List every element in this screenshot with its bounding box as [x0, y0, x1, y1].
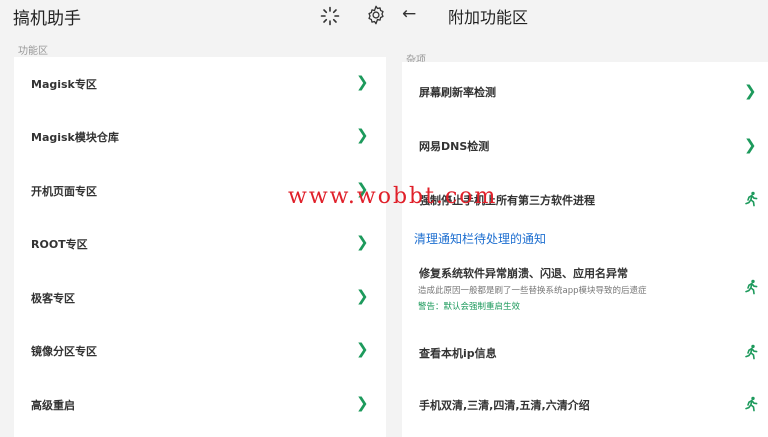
list-item-label: 高级重启	[31, 399, 75, 412]
loading-spinner-icon[interactable]	[320, 6, 340, 26]
list-item-label: 查看本机ip信息	[419, 347, 497, 360]
list-item-label: Magisk模块仓库	[31, 131, 119, 144]
left-function-list: Magisk专区 ❯ Magisk模块仓库 ❯ 开机页面专区 ❯ ROOT专区 …	[14, 57, 386, 437]
list-item-label: ROOT专区	[31, 238, 88, 251]
list-item-label: 屏幕刷新率检测	[419, 86, 496, 99]
list-item-label: Magisk专区	[31, 78, 97, 91]
right-misc-list: 屏幕刷新率检测 ❯ 网易DNS检测 ❯ 强制停止手机上所有第三方软件进程 修复系…	[402, 62, 768, 437]
chevron-right-icon: ❯	[356, 126, 369, 144]
running-person-icon	[745, 191, 758, 207]
list-item-image-partition[interactable]: 镜像分区专区 ❯	[14, 324, 386, 378]
list-item-wipe-intro[interactable]: 手机双清,三清,四清,五清,六清介绍	[402, 378, 768, 437]
fix-crash-description: 造成此原因一般都是刷了一些替换系统app模块导致的后遗症	[418, 286, 647, 296]
clear-notifications-link[interactable]: 清理通知栏待处理的通知	[414, 230, 546, 247]
list-item-label: 网易DNS检测	[419, 140, 490, 153]
chevron-right-icon: ❯	[356, 233, 369, 251]
page-title: 附加功能区	[448, 8, 529, 27]
chevron-right-icon: ❯	[744, 136, 757, 154]
list-item-label: 修复系统软件异常崩溃、闪退、应用名异常	[419, 267, 628, 280]
list-item-label: 手机双清,三清,四清,五清,六清介绍	[419, 399, 590, 412]
list-item-refresh-rate[interactable]: 屏幕刷新率检测 ❯	[402, 62, 768, 117]
running-person-icon	[745, 279, 758, 295]
list-item-dns-check[interactable]: 网易DNS检测 ❯	[402, 117, 768, 172]
back-arrow-icon[interactable]: ←	[402, 4, 416, 24]
fix-crash-warning: 警告：默认会强制重启生效	[418, 302, 521, 312]
watermark-text: www.wobbt.com	[288, 184, 498, 209]
top-bar: 搞机助手 ← 附加功能区	[0, 0, 768, 30]
list-item-root[interactable]: ROOT专区 ❯	[14, 217, 386, 271]
chevron-right-icon: ❯	[356, 287, 369, 305]
list-item-magisk[interactable]: Magisk专区 ❯	[14, 57, 386, 110]
chevron-right-icon: ❯	[356, 340, 369, 358]
list-item-label: 开机页面专区	[31, 185, 97, 198]
list-item-advanced-reboot[interactable]: 高级重启 ❯	[14, 378, 386, 437]
list-item-fix-crash[interactable]: 修复系统软件异常崩溃、闪退、应用名异常 造成此原因一般都是刷了一些替换系统app…	[402, 247, 768, 325]
chevron-right-icon: ❯	[356, 73, 369, 91]
list-item-geek[interactable]: 极客专区 ❯	[14, 271, 386, 324]
left-section-label: 功能区	[18, 46, 48, 57]
list-item-magisk-modules[interactable]: Magisk模块仓库 ❯	[14, 110, 386, 164]
list-item-label: 极客专区	[31, 292, 75, 305]
running-person-icon	[745, 396, 758, 412]
gear-icon[interactable]	[365, 4, 387, 26]
running-person-icon	[745, 344, 758, 360]
chevron-right-icon: ❯	[744, 82, 757, 100]
list-item-label: 镜像分区专区	[31, 345, 97, 358]
list-item-ip-info[interactable]: 查看本机ip信息	[402, 325, 768, 378]
app-title: 搞机助手	[13, 9, 81, 29]
chevron-right-icon: ❯	[356, 394, 369, 412]
